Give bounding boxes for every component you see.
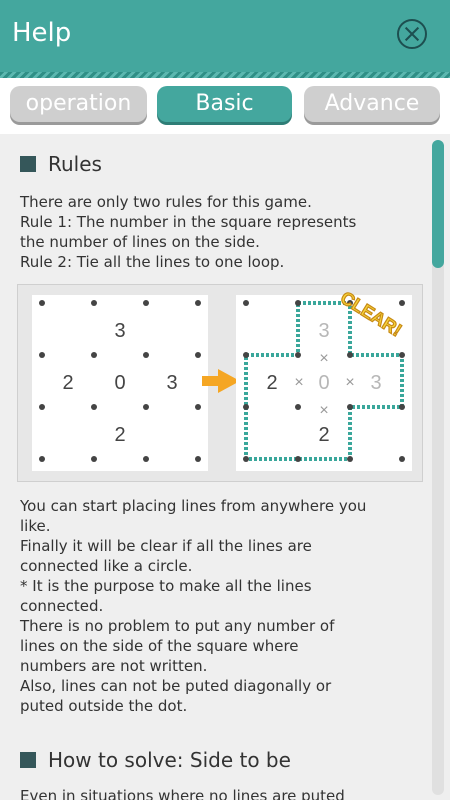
text-line: Even in situations where no lines are pu… — [20, 787, 345, 800]
page-title: Help — [12, 18, 72, 48]
text-line: connected. — [20, 597, 104, 615]
text-line: Also, lines can not be puted diagonally … — [20, 677, 332, 695]
square-bullet-icon — [20, 752, 36, 768]
text-line: Rule 1: The number in the square represe… — [20, 213, 357, 231]
left-num-top: 3 — [114, 320, 125, 342]
rules-body: You can start placing lines from anywher… — [20, 496, 425, 716]
left-num-right: 3 — [166, 372, 177, 394]
left-num-left: 2 — [62, 372, 73, 394]
cross-mark: × — [319, 350, 328, 367]
cross-mark: × — [319, 402, 328, 419]
text-line: numbers are not written. — [20, 657, 208, 675]
header-bar: Help — [0, 0, 450, 78]
right-num-left: 2 — [266, 372, 277, 394]
scrollbar-thumb[interactable] — [432, 140, 444, 268]
tab-bar: operation Basic Advance — [0, 78, 450, 134]
diagram-svg: 3 2 0 3 2 3 2 0 3 2 × × × × CLEAR! — [32, 287, 412, 471]
text-line: Rule 2: Tie all the lines to one loop. — [20, 253, 285, 271]
text-line: like. — [20, 517, 51, 535]
tab-basic[interactable]: Basic — [157, 86, 292, 122]
cross-mark: × — [294, 374, 303, 391]
text-line: You can start placing lines from anywher… — [20, 497, 367, 515]
right-num-center: 0 — [318, 372, 329, 394]
text-line: connected like a circle. — [20, 557, 193, 575]
right-num-top: 3 — [318, 320, 329, 342]
rules-intro: There are only two rules for this game. … — [20, 192, 425, 272]
right-num-right: 3 — [370, 372, 381, 394]
text-line: Finally it will be clear if all the line… — [20, 537, 312, 555]
text-line: There is no problem to put any number of — [20, 617, 335, 635]
rules-heading-text: Rules — [48, 152, 102, 176]
left-num-bottom: 2 — [114, 424, 125, 446]
tab-operation[interactable]: operation — [10, 86, 147, 122]
square-bullet-icon — [20, 156, 36, 172]
text-line: * It is the purpose to make all the line… — [20, 577, 312, 595]
cross-mark: × — [345, 374, 354, 391]
close-icon[interactable] — [397, 19, 427, 49]
text-line: There are only two rules for this game. — [20, 193, 312, 211]
left-num-center: 0 — [114, 372, 125, 394]
how-to-solve-heading: How to solve: Side to be — [20, 748, 291, 772]
text-line: puted outside the dot. — [20, 697, 188, 715]
rules-diagram: 3 2 0 3 2 3 2 0 3 2 × × × × CLEAR! — [17, 284, 423, 482]
how-to-solve-text: Even in situations where no lines are pu… — [20, 786, 425, 800]
help-content[interactable]: Rules There are only two rules for this … — [0, 134, 450, 800]
how-to-solve-heading-text: How to solve: Side to be — [48, 748, 291, 772]
text-line: lines on the side of the square where — [20, 637, 299, 655]
text-line: the number of lines on the side. — [20, 233, 260, 251]
right-num-bottom: 2 — [318, 424, 329, 446]
rules-heading: Rules — [20, 152, 102, 176]
tab-advance[interactable]: Advance — [304, 86, 440, 122]
